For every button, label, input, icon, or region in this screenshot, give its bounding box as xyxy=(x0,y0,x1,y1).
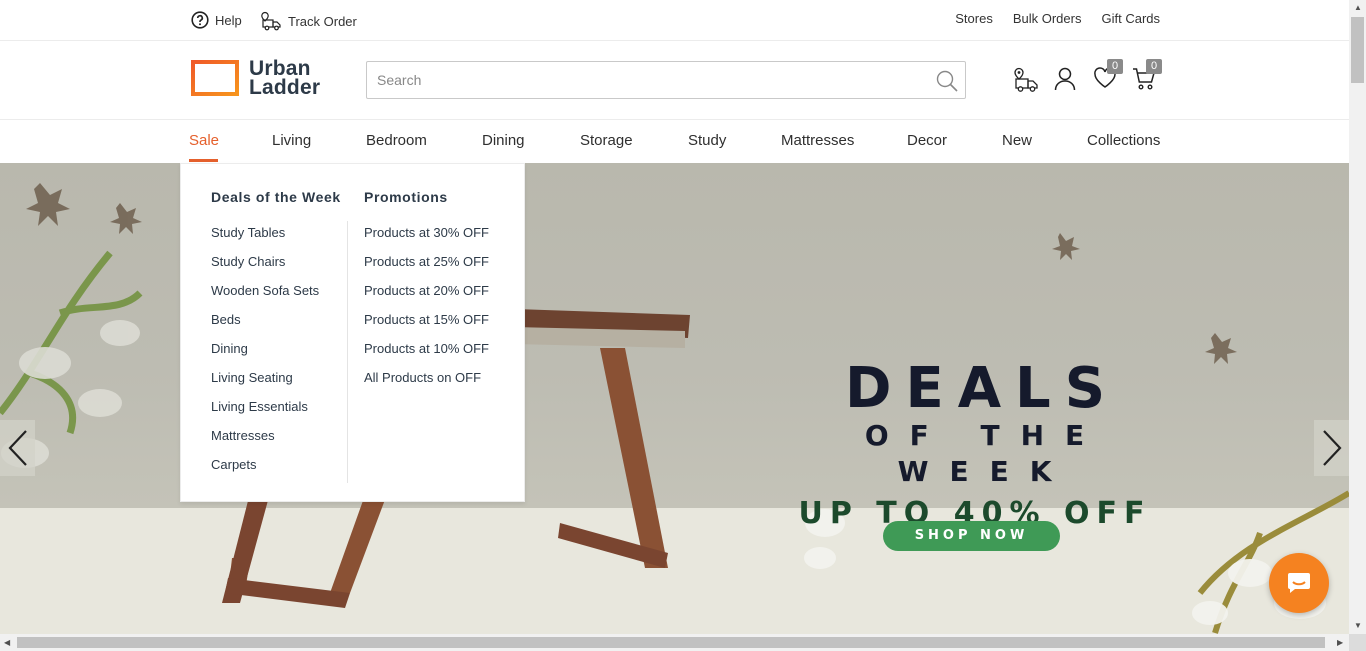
logo-mark xyxy=(191,60,239,96)
shop-now-button[interactable]: SHOP NOW xyxy=(883,521,1060,551)
page: Help Track Order Stores Bulk Orders Gift… xyxy=(0,0,1349,634)
help-icon xyxy=(191,11,209,29)
carousel-next-button[interactable] xyxy=(1314,420,1349,476)
dropdown-link-study-chairs[interactable]: Study Chairs xyxy=(211,254,341,283)
search-icon[interactable] xyxy=(935,69,959,98)
dropdown-link-30-off[interactable]: Products at 30% OFF xyxy=(364,225,489,254)
track-order-label: Track Order xyxy=(288,13,357,29)
vertical-scrollbar[interactable]: ▲ ▼ xyxy=(1349,0,1366,634)
scrollbar-corner xyxy=(1349,634,1366,651)
dropdown-link-beds[interactable]: Beds xyxy=(211,312,341,341)
bulk-orders-link[interactable]: Bulk Orders xyxy=(1013,11,1082,26)
nav-item-decor[interactable]: Decor xyxy=(907,132,947,149)
dropdown-link-25-off[interactable]: Products at 25% OFF xyxy=(364,254,489,283)
horizontal-scrollbar[interactable]: ◀ ▶ xyxy=(0,634,1349,651)
nav-item-storage[interactable]: Storage xyxy=(580,132,633,149)
dropdown-link-15-off[interactable]: Products at 15% OFF xyxy=(364,312,489,341)
nav-item-dining[interactable]: Dining xyxy=(482,132,525,149)
chat-button[interactable] xyxy=(1269,553,1329,613)
delivery-icon[interactable] xyxy=(1012,67,1040,98)
stores-link[interactable]: Stores xyxy=(955,11,993,26)
chevron-right-icon xyxy=(1322,430,1342,466)
top-right-links: Stores Bulk Orders Gift Cards xyxy=(955,11,1160,26)
main-nav: Sale Living Bedroom Dining Storage Study… xyxy=(0,120,1349,163)
chevron-left-icon xyxy=(7,430,27,466)
dropdown-divider xyxy=(347,221,348,483)
hero-title: DEALS xyxy=(844,356,1120,421)
nav-active-underline xyxy=(189,159,218,162)
scroll-down-arrow-icon[interactable]: ▼ xyxy=(1354,622,1362,630)
scroll-left-arrow-icon[interactable]: ◀ xyxy=(4,639,10,647)
nav-item-collections[interactable]: Collections xyxy=(1087,132,1160,149)
cart-button[interactable]: 0 xyxy=(1132,59,1162,96)
wishlist-button[interactable]: 0 xyxy=(1093,59,1123,94)
horizontal-scroll-thumb[interactable] xyxy=(17,637,1325,648)
dropdown-link-wooden-sofa-sets[interactable]: Wooden Sofa Sets xyxy=(211,283,341,312)
scroll-up-arrow-icon[interactable]: ▲ xyxy=(1354,4,1362,12)
logo[interactable]: Urban Ladder xyxy=(191,58,321,99)
nav-item-new[interactable]: New xyxy=(1002,132,1032,149)
dropdown-link-all-off[interactable]: All Products on OFF xyxy=(364,370,489,399)
promotions-column: Promotions Products at 30% OFF Products … xyxy=(364,189,489,399)
help-link[interactable]: Help xyxy=(191,11,242,29)
nav-item-mattresses[interactable]: Mattresses xyxy=(781,132,854,149)
nav-item-bedroom[interactable]: Bedroom xyxy=(366,132,427,149)
vertical-scroll-thumb[interactable] xyxy=(1351,17,1364,83)
track-order-link[interactable]: Track Order xyxy=(260,11,357,31)
dropdown-link-living-seating[interactable]: Living Seating xyxy=(211,370,341,399)
scroll-right-arrow-icon[interactable]: ▶ xyxy=(1337,639,1343,647)
dropdown-link-dining[interactable]: Dining xyxy=(211,341,341,370)
user-icon[interactable] xyxy=(1054,67,1076,96)
dropdown-link-study-tables[interactable]: Study Tables xyxy=(211,225,341,254)
gift-cards-link[interactable]: Gift Cards xyxy=(1101,11,1160,26)
sale-dropdown-menu: Deals of the Week Study Tables Study Cha… xyxy=(180,163,525,502)
promotions-heading[interactable]: Promotions xyxy=(364,189,489,205)
logo-text: Urban Ladder xyxy=(249,58,321,99)
nav-item-sale[interactable]: Sale xyxy=(189,132,219,149)
hero-subtitle: OF THE WEEK xyxy=(864,419,1106,488)
top-bar: Help Track Order Stores Bulk Orders Gift… xyxy=(0,0,1349,41)
dropdown-link-10-off[interactable]: Products at 10% OFF xyxy=(364,341,489,370)
chat-icon xyxy=(1288,573,1310,593)
wishlist-count-badge: 0 xyxy=(1107,59,1123,74)
carousel-prev-button[interactable] xyxy=(0,420,35,476)
dropdown-link-carpets[interactable]: Carpets xyxy=(211,457,341,486)
deals-heading[interactable]: Deals of the Week xyxy=(211,189,341,205)
help-label: Help xyxy=(215,12,242,28)
search-box xyxy=(366,61,966,99)
logo-line2: Ladder xyxy=(249,76,321,99)
nav-item-study[interactable]: Study xyxy=(688,132,726,149)
hero-headline: DEALS OF THE WEEK UP TO 40% OFF xyxy=(770,358,1180,534)
nav-item-living[interactable]: Living xyxy=(272,132,311,149)
cart-count-badge: 0 xyxy=(1146,59,1162,74)
deals-column: Deals of the Week Study Tables Study Cha… xyxy=(211,189,341,486)
dropdown-link-mattresses[interactable]: Mattresses xyxy=(211,428,341,457)
search-input[interactable] xyxy=(367,62,907,98)
truck-icon xyxy=(261,11,281,31)
dropdown-link-living-essentials[interactable]: Living Essentials xyxy=(211,399,341,428)
dropdown-link-20-off[interactable]: Products at 20% OFF xyxy=(364,283,489,312)
header: Urban Ladder 0 0 xyxy=(0,41,1349,120)
